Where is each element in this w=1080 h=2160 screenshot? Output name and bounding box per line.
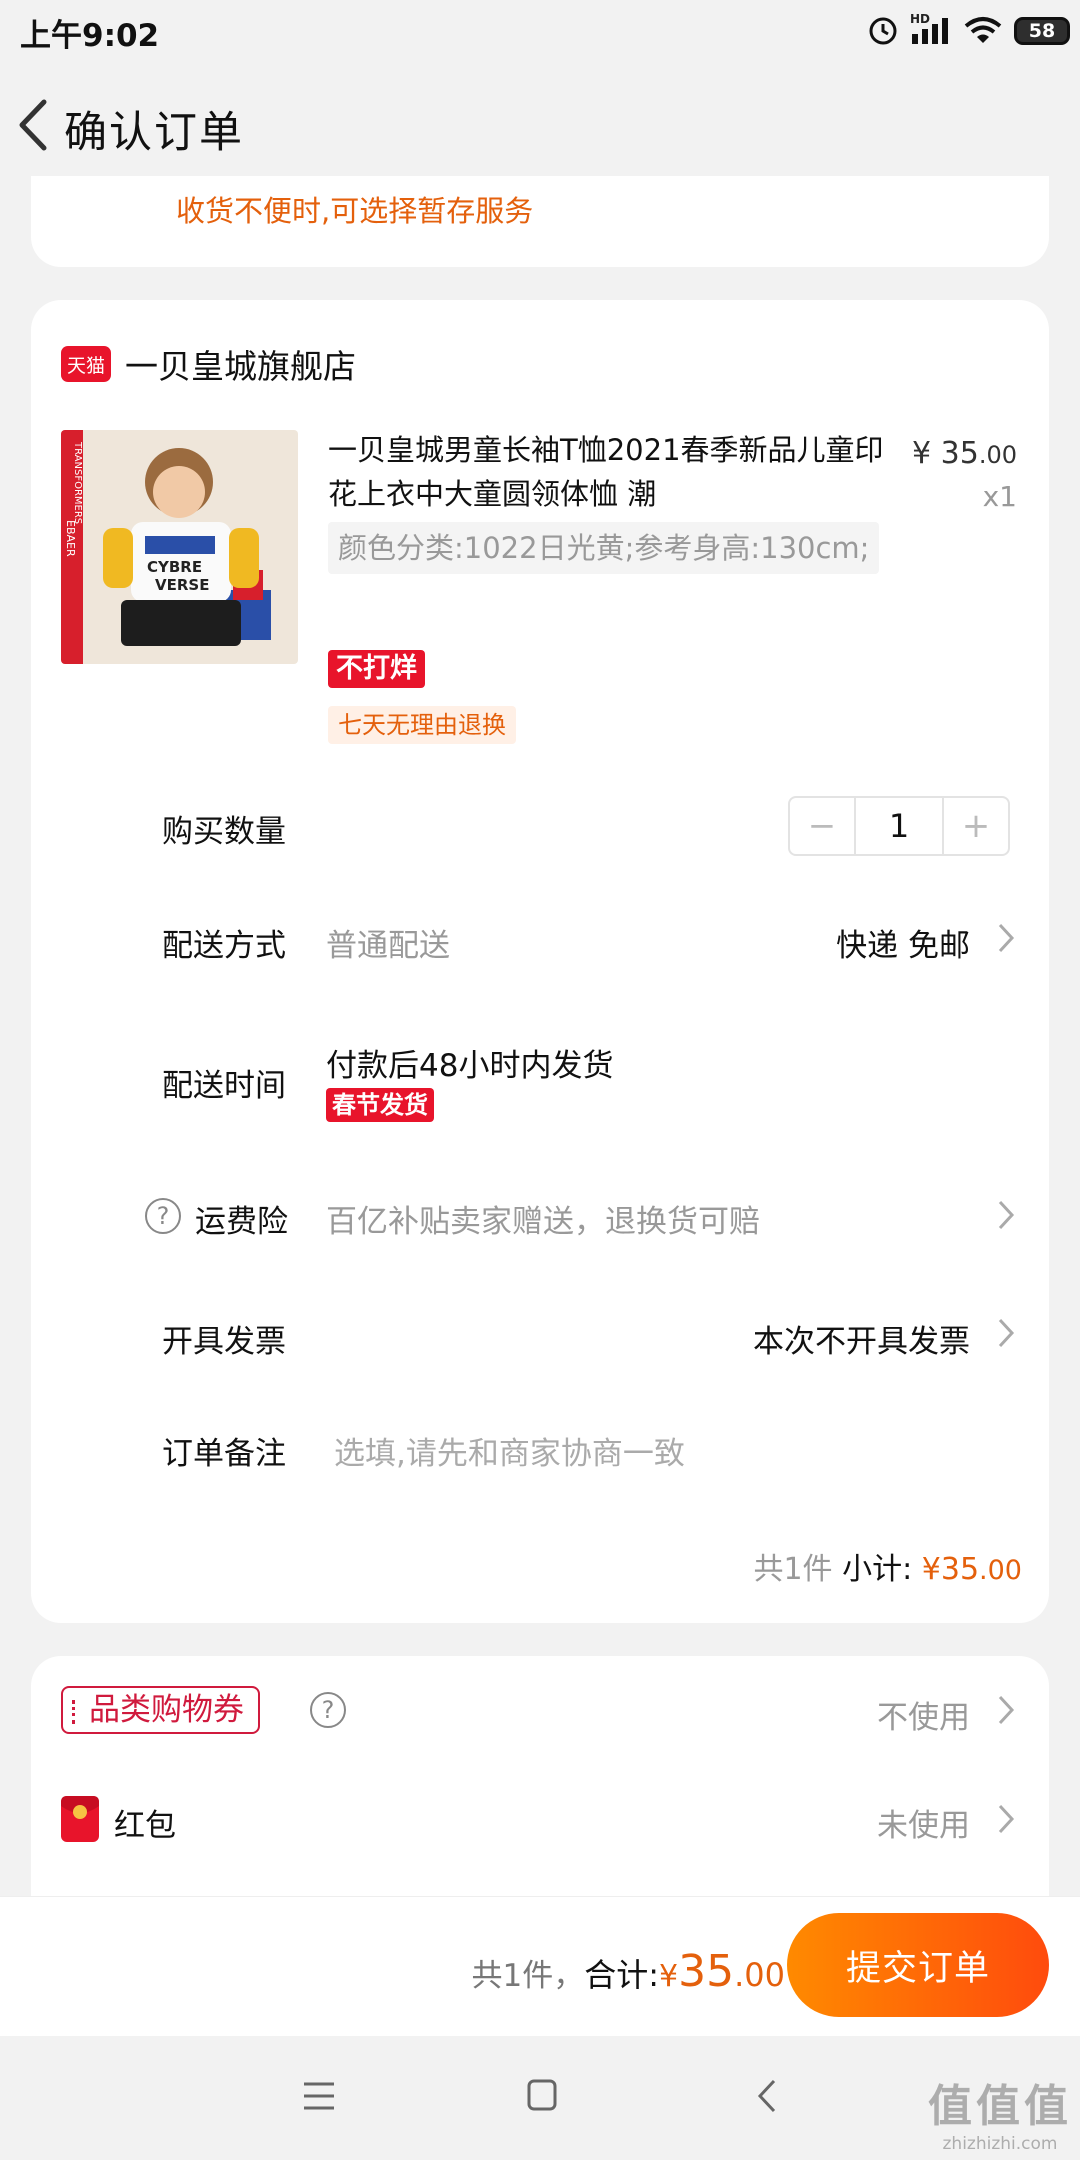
order-total: 共1件， 合计: ¥ 35 .00 <box>471 1946 785 1997</box>
watermark-logo: 值值值 zhizhizhi.com <box>928 2070 1072 2154</box>
subtotal-symbol: ¥ <box>921 1552 941 1587</box>
image-brand-text-2: EBAER <box>64 520 77 557</box>
quantity-plus-button[interactable]: + <box>944 798 1008 854</box>
shop-row[interactable]: 天猫 一贝皇城旗舰店 <box>61 340 356 388</box>
help-icon[interactable]: ? <box>145 1198 181 1234</box>
subtotal-int: 35 <box>940 1552 980 1587</box>
invoice-value[interactable]: 本次不开具发票 <box>753 1316 970 1361</box>
battery-icon: 58 <box>1014 17 1070 45</box>
home-icon[interactable] <box>526 2078 558 2112</box>
invoice-label: 开具发票 <box>162 1324 286 1360</box>
delivery-label: 配送方式 <box>162 928 286 964</box>
quantity-stepper: − 1 + <box>788 796 1010 856</box>
product-image[interactable]: TRANSFORMERS EBAER CYBRE VERSE <box>61 430 298 664</box>
shop-name: 一贝皇城旗舰店 <box>125 347 356 386</box>
chevron-right-icon[interactable] <box>995 1800 1017 1838</box>
tag-spring-festival: 春节发货 <box>326 1088 434 1122</box>
wifi-icon <box>964 17 1002 43</box>
watermark-text: 值值值 <box>928 2081 1072 2132</box>
chevron-right-icon[interactable] <box>995 1691 1017 1729</box>
ship-time-label: 配送时间 <box>162 1068 286 1104</box>
storage-service-hint[interactable]: 收货不便时,可选择暂存服务 <box>176 188 533 230</box>
back-nav-icon[interactable] <box>756 2078 778 2114</box>
delivery-method-value: 普通配送 <box>326 928 450 964</box>
coupon-value[interactable]: 不使用 <box>877 1692 970 1737</box>
chevron-right-icon[interactable] <box>995 1196 1017 1234</box>
insurance-label: 运费险 <box>195 1204 288 1240</box>
quantity-label: 购买数量 <box>162 814 286 850</box>
help-icon[interactable]: ? <box>310 1692 346 1728</box>
product-price: ¥ 35.00 <box>912 436 1017 471</box>
svg-text:CYBRE: CYBRE <box>147 558 202 576</box>
order-note-label: 订单备注 <box>162 1436 286 1472</box>
delivery-option[interactable]: 快递 免邮 <box>836 920 970 965</box>
back-arrow-icon[interactable] <box>10 92 56 158</box>
price-cents: .00 <box>978 441 1017 469</box>
insurance-value[interactable]: 百亿补贴卖家赠送，退换货可赔 <box>326 1196 760 1241</box>
tag-no-haggle: 不打烊 <box>328 650 425 688</box>
order-note-input[interactable]: 选填,请先和商家协商一致 <box>334 1428 685 1473</box>
subtotal-count: 共1件 <box>753 1552 833 1587</box>
product-sku[interactable]: 颜色分类:1022日光黄;参考身高:130cm; <box>328 522 880 574</box>
red-packet-icon <box>61 1796 99 1842</box>
quantity-minus-button[interactable]: − <box>790 798 854 854</box>
signal-icon: HD <box>910 12 952 46</box>
status-time: 上午9:02 <box>20 18 160 54</box>
watermark-url: zhizhizhi.com <box>942 2134 1058 2154</box>
price-int: 35 <box>940 436 979 471</box>
system-nav-bar <box>0 2036 1080 2160</box>
total-symbol: ¥ <box>659 1959 679 1994</box>
svg-text:VERSE: VERSE <box>155 576 209 594</box>
tmall-logo: 天猫 <box>61 346 111 382</box>
red-packet-value[interactable]: 未使用 <box>877 1800 970 1845</box>
red-packet-label: 红包 <box>114 1808 176 1844</box>
chevron-right-icon[interactable] <box>995 919 1017 957</box>
status-icons: HD 58 <box>868 12 1070 50</box>
subtotal-cents: .00 <box>979 1555 1022 1586</box>
status-bar: 上午9:02 HD 58 <box>0 0 1080 62</box>
total-int: 35 <box>678 1946 735 1997</box>
ship-time-value: 付款后48小时内发货 <box>326 1048 614 1084</box>
total-label: 合计: <box>584 1956 660 1994</box>
total-cents: .00 <box>734 1956 785 1994</box>
tag-seven-day-return: 七天无理由退换 <box>328 706 516 744</box>
product-quantity: x1 <box>982 480 1017 513</box>
chevron-right-icon[interactable] <box>995 1314 1017 1352</box>
coupon-perforation <box>72 1700 75 1724</box>
product-title[interactable]: 一贝皇城男童长袖T恤2021春季新品儿童印花上衣中大童圆领体恤 潮 <box>328 428 888 516</box>
alarm-icon <box>869 17 897 45</box>
price-symbol: ¥ <box>912 436 932 471</box>
subtotal: 共1件 小计: ¥35.00 <box>753 1544 1022 1588</box>
page-title: 确认订单 <box>64 108 244 158</box>
menu-icon[interactable] <box>302 2080 336 2112</box>
image-brand-text: TRANSFORMERS <box>72 441 83 524</box>
category-coupon-badge[interactable]: 品类购物券 <box>61 1686 260 1734</box>
total-count: 共1件， <box>471 1958 585 1994</box>
subtotal-label: 小计: <box>842 1552 913 1587</box>
submit-order-button[interactable]: 提交订单 <box>787 1913 1049 2017</box>
header: 确认订单 <box>0 62 1080 190</box>
quantity-value[interactable]: 1 <box>854 798 944 854</box>
